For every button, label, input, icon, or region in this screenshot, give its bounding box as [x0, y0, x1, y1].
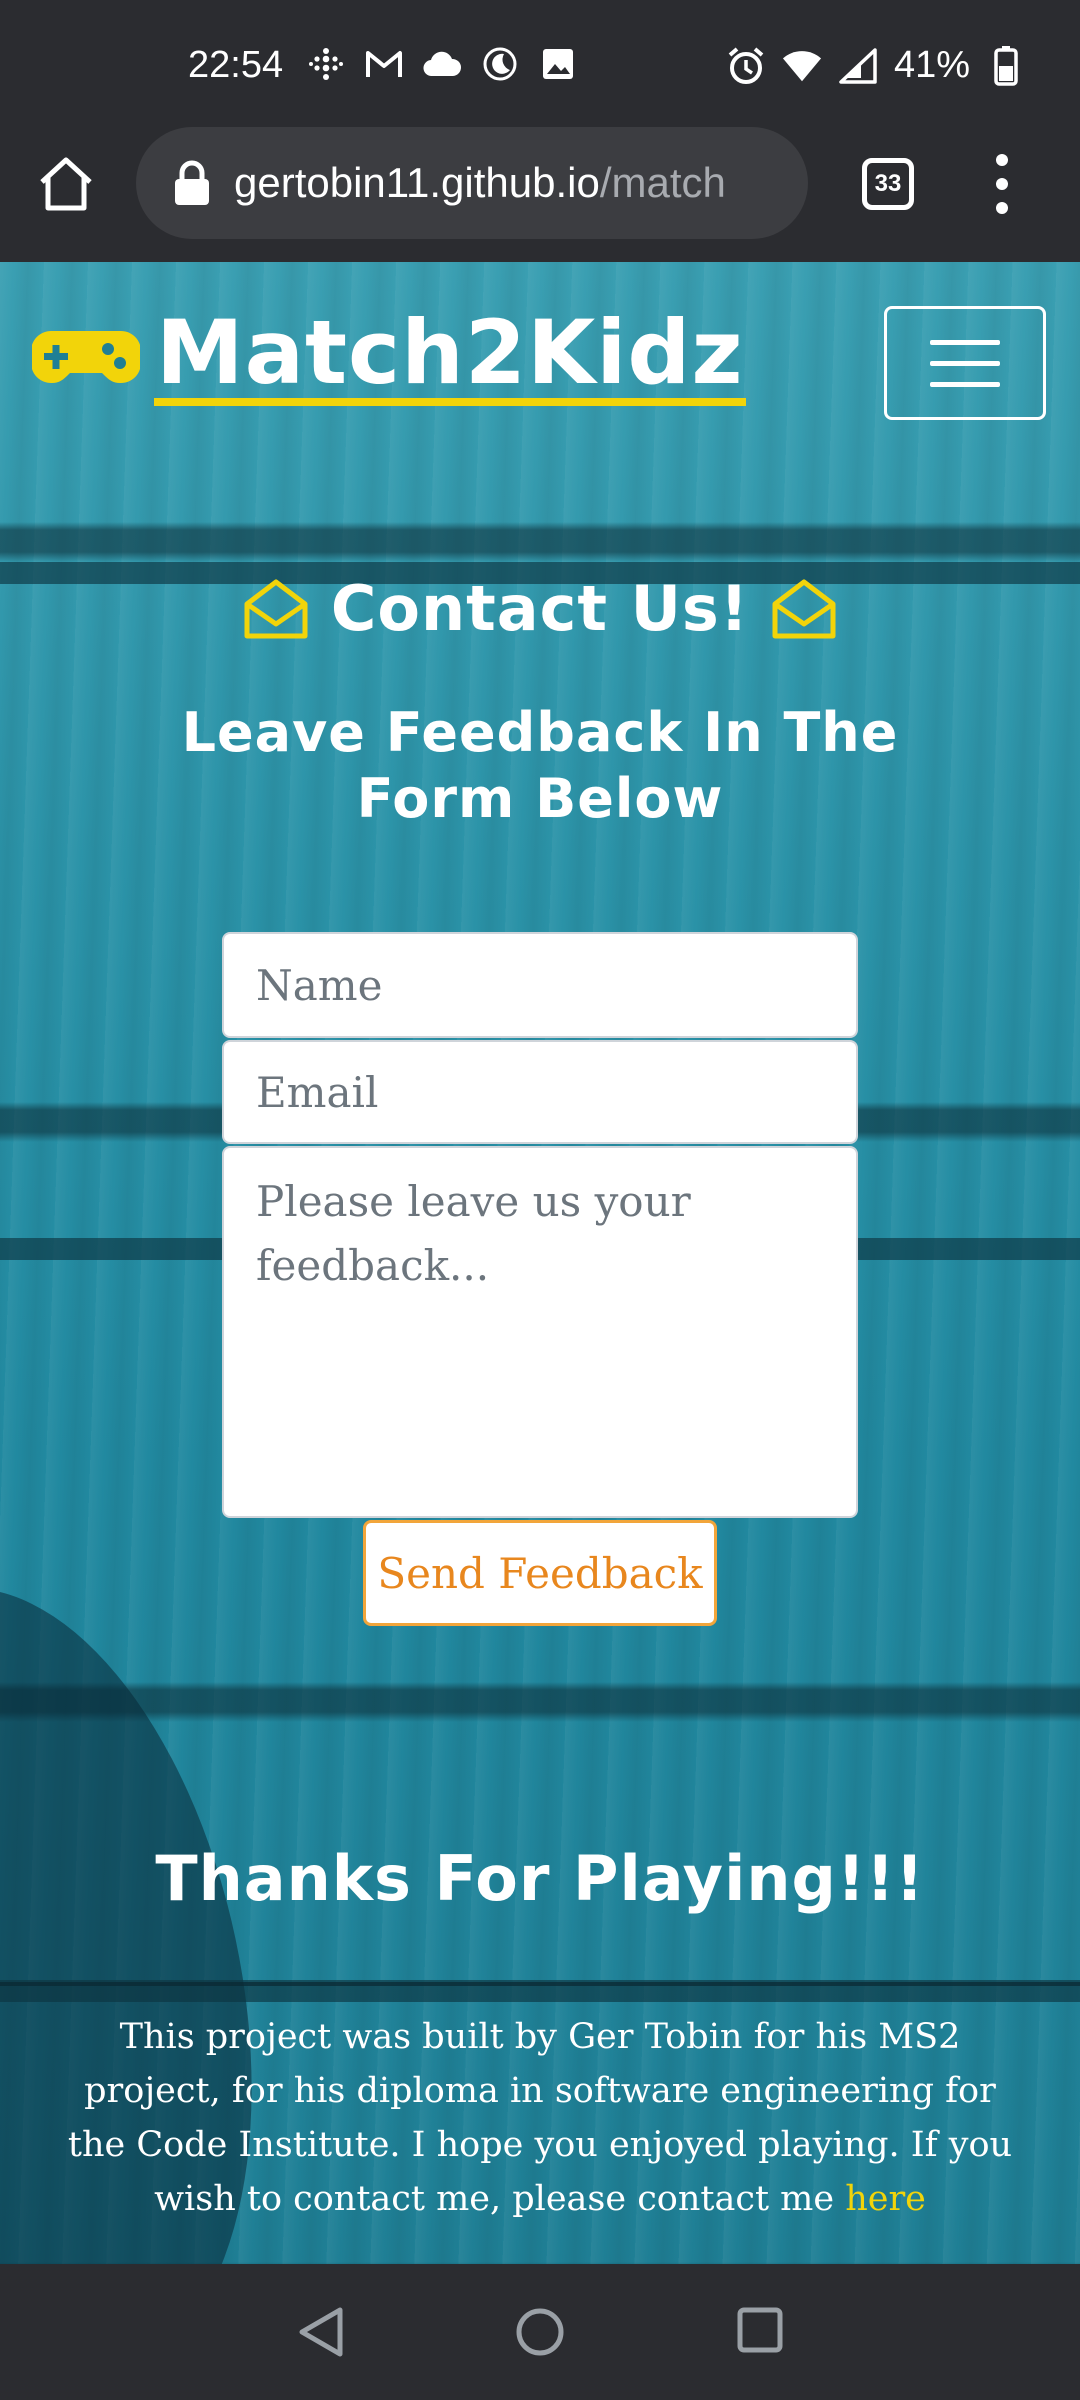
- feedback-textarea[interactable]: [222, 1146, 858, 1518]
- footer: This project was built by Ger Tobin for …: [0, 1982, 1080, 2264]
- moon-icon: [480, 44, 520, 84]
- battery-icon: [986, 45, 1026, 86]
- lock-icon: [175, 160, 209, 205]
- contact-heading: Contact Us!: [0, 572, 1080, 645]
- contact-subtitle: Leave Feedback In The Form Below: [181, 701, 899, 830]
- envelope-open-icon: [772, 579, 836, 638]
- system-nav-bar: [0, 2264, 1080, 2400]
- alarm-icon: [726, 46, 766, 86]
- hamburger-line: [930, 381, 1000, 387]
- battery-percent: 41%: [893, 44, 970, 86]
- brand-name: Match2Kidz: [154, 301, 746, 406]
- name-input[interactable]: [222, 932, 858, 1038]
- hamburger-line: [930, 339, 1000, 345]
- status-notification-icons: [306, 44, 578, 84]
- web-page: Match2Kidz Contact Us! Leave Feedback In…: [0, 262, 1080, 2264]
- footer-contact-link[interactable]: here: [845, 2179, 926, 2219]
- recents-square-icon: [737, 2307, 783, 2353]
- image-icon: [538, 44, 578, 84]
- browser-menu-button[interactable]: [984, 150, 1020, 218]
- status-system-icons: 41%: [726, 44, 1026, 87]
- contact-title: Contact Us!: [330, 572, 750, 645]
- home-circle-icon: [516, 2308, 564, 2356]
- feedback-form: Send Feedback: [222, 932, 858, 1626]
- browser-toolbar: gertobin11.github.io/match 33: [0, 112, 1080, 262]
- tab-switcher-button[interactable]: 33: [862, 158, 914, 210]
- browser-home-button[interactable]: [34, 152, 98, 216]
- envelope-open-icon: [244, 579, 308, 638]
- brand-link[interactable]: Match2Kidz: [32, 308, 746, 406]
- nav-home-button[interactable]: [514, 2306, 566, 2358]
- more-vertical-icon: [996, 154, 1008, 214]
- status-time: 22:54: [188, 44, 284, 86]
- url-text[interactable]: gertobin11.github.io/match: [234, 159, 794, 207]
- thanks-heading: Thanks For Playing!!!: [155, 1842, 925, 1915]
- signal-icon: [838, 46, 878, 86]
- gamepad-icon: [32, 330, 140, 384]
- home-icon: [40, 157, 92, 211]
- email-input[interactable]: [222, 1040, 858, 1144]
- url-path: /match: [599, 159, 726, 206]
- hamburger-line: [930, 360, 1000, 366]
- send-feedback-button[interactable]: Send Feedback: [363, 1520, 717, 1626]
- wifi-icon: [782, 46, 822, 86]
- nav-back-button[interactable]: [296, 2306, 346, 2358]
- nav-menu-toggle[interactable]: [884, 306, 1046, 420]
- cloud-icon: [422, 44, 462, 84]
- gmail-icon: [364, 44, 404, 84]
- url-host: gertobin11.github.io: [234, 159, 600, 206]
- back-triangle-icon: [299, 2307, 343, 2357]
- fitbit-icon: [306, 44, 346, 84]
- nav-recents-button[interactable]: [736, 2306, 784, 2354]
- footer-text: This project was built by Ger Tobin for …: [56, 2010, 1024, 2226]
- address-bar[interactable]: gertobin11.github.io/match: [136, 127, 808, 239]
